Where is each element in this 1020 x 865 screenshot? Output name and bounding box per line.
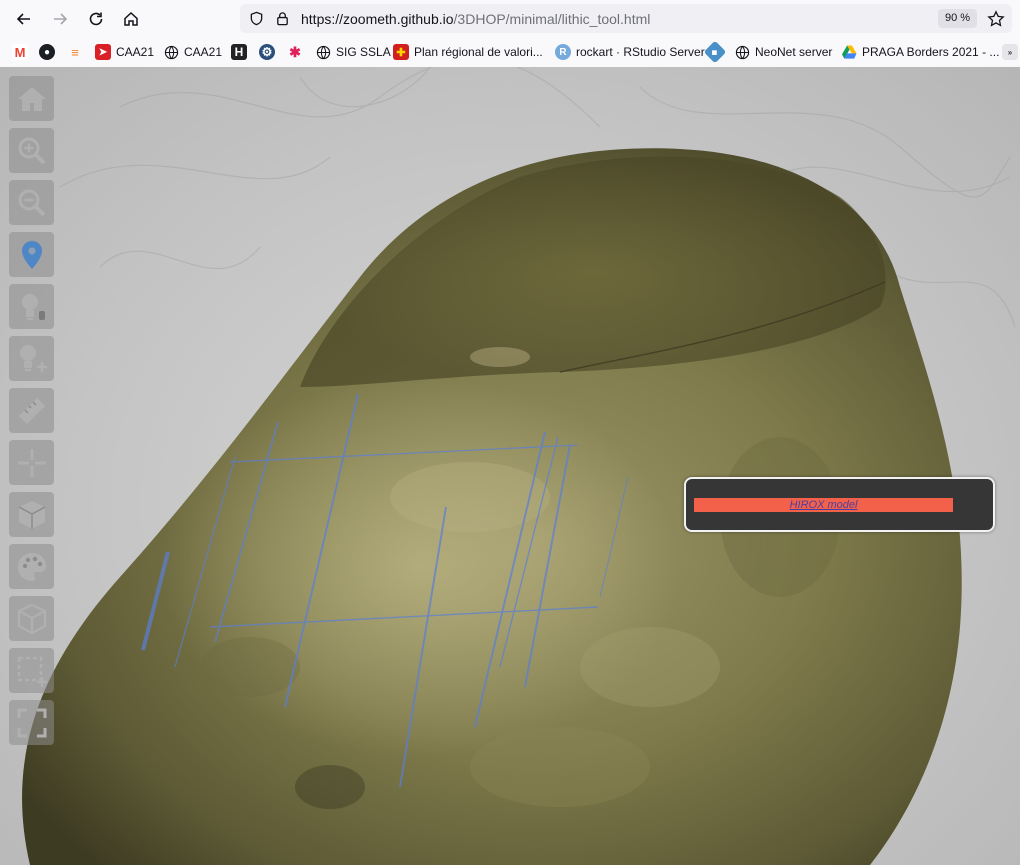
palette-icon <box>17 552 46 581</box>
bookmark-plan-regional[interactable]: ✚ Plan régional de valori... <box>393 42 543 62</box>
slack-icon: ✱ <box>289 43 301 60</box>
bookmark-gear[interactable]: ⚙ <box>259 42 275 62</box>
light-icon <box>21 293 45 320</box>
model-panel: HIROX model <box>684 477 995 532</box>
occitanie-icon: ✚ <box>393 44 409 60</box>
forward-icon <box>54 13 68 25</box>
zoom-out-icon <box>18 189 45 216</box>
url-path: /3DHOP/minimal/lithic_tool.html <box>453 11 651 27</box>
caa-red-icon: ➤ <box>95 44 111 60</box>
url-host: https://zoometh.github.io <box>301 11 454 27</box>
forward-button[interactable] <box>47 6 73 32</box>
bookmarks-toolbar: M ● ≡ ➤ CAA21 CAA21 H ⚙ ✱ SIG SSLA ✚ Pla… <box>0 40 1020 64</box>
pick-point-icon <box>21 240 42 269</box>
h-icon: H <box>231 44 247 60</box>
zoom-in-button[interactable] <box>9 128 54 173</box>
bookmark-neonet[interactable]: NeoNet server <box>735 42 832 62</box>
bookmark-h[interactable]: H <box>231 42 247 62</box>
shield-icon[interactable] <box>249 11 264 26</box>
sections-icon <box>17 656 47 687</box>
zoom-out-button[interactable] <box>9 180 54 225</box>
bookmark-label: NeoNet server <box>755 45 833 59</box>
cube-wire-icon <box>17 603 46 634</box>
bookmark-caa21-b[interactable]: CAA21 <box>164 42 222 62</box>
address-bar[interactable]: https://zoometh.github.io/3DHOP/minimal/… <box>240 4 1012 33</box>
color-button[interactable] <box>9 544 54 589</box>
solid-view-button[interactable] <box>9 492 54 537</box>
bookmark-label: Plan régional de valori... <box>414 45 543 59</box>
fullscreen-button[interactable] <box>9 700 54 745</box>
back-icon <box>16 13 30 25</box>
hirox-model-link[interactable]: HIROX model <box>694 498 953 512</box>
pick-point-button[interactable] <box>9 232 54 277</box>
zoom-level-badge[interactable]: 90 % <box>938 9 978 28</box>
cube-solid-icon <box>18 500 45 529</box>
stackoverflow-icon: ≡ <box>71 44 79 60</box>
globe-icon <box>735 45 750 59</box>
github-icon: ● <box>39 44 55 60</box>
bookmark-label: CAA21 <box>116 45 155 59</box>
bookmark-label: rockart · RStudio Server <box>576 45 705 59</box>
lithic-tool-3d-model[interactable] <box>0 67 1020 865</box>
sections-button[interactable] <box>9 648 54 693</box>
fullscreen-icon <box>17 708 46 737</box>
bookmark-label: CAA21 <box>184 45 223 59</box>
light-add-icon <box>19 344 47 372</box>
reload-button[interactable] <box>83 6 109 32</box>
home-button[interactable] <box>118 6 144 32</box>
back-button[interactable] <box>11 6 37 32</box>
bookmark-label: SIG SSLA <box>336 45 391 59</box>
bookmark-sig-ssla[interactable]: SIG SSLA <box>316 42 391 62</box>
globe-icon <box>164 45 179 59</box>
zoom-in-icon <box>18 137 45 164</box>
measure-ruler-icon <box>18 397 45 424</box>
globe-icon <box>316 45 331 59</box>
star-icon[interactable] <box>987 10 1005 28</box>
url-text[interactable]: https://zoometh.github.io/3DHOP/minimal/… <box>301 11 650 27</box>
crosshair-button[interactable] <box>9 440 54 485</box>
bookmark-label: PRAGA Borders 2021 - ... <box>862 45 1000 59</box>
shiny-icon: ◆ <box>703 40 727 64</box>
gmail-icon: M <box>12 44 28 60</box>
browser-chrome: https://zoometh.github.io/3DHOP/minimal/… <box>0 0 1020 68</box>
r-icon: R <box>555 44 571 60</box>
light-add-button[interactable] <box>9 336 54 381</box>
bookmark-github[interactable]: ● <box>39 42 55 62</box>
lock-icon[interactable] <box>275 11 290 26</box>
bookmark-shiny[interactable]: ◆ <box>703 40 727 64</box>
wireframe-view-button[interactable] <box>9 596 54 641</box>
bookmark-rockart[interactable]: R rockart · RStudio Server <box>555 42 705 62</box>
bookmark-stackoverflow[interactable]: ≡ <box>67 42 83 62</box>
bookmark-slack[interactable]: ✱ <box>287 42 303 62</box>
home-icon <box>17 86 46 111</box>
light-button[interactable] <box>9 284 54 329</box>
measure-button[interactable] <box>9 388 54 433</box>
overflow-icon: » <box>1002 44 1018 60</box>
crosshair-icon <box>17 448 46 477</box>
navigation-bar: https://zoometh.github.io/3DHOP/minimal/… <box>0 0 1020 36</box>
reload-icon <box>89 12 103 26</box>
gear-icon: ⚙ <box>259 44 275 60</box>
home-icon <box>124 11 138 26</box>
home-view-button[interactable] <box>9 76 54 121</box>
bookmark-overflow[interactable]: » <box>1002 42 1018 62</box>
bookmark-gmail[interactable]: M <box>12 42 28 62</box>
drive-icon <box>842 45 857 59</box>
stone-highlight <box>160 377 680 757</box>
bookmark-praga[interactable]: PRAGA Borders 2021 - ... <box>842 42 999 62</box>
bookmark-caa21-a[interactable]: ➤ CAA21 <box>95 42 154 62</box>
3d-viewer-canvas[interactable]: HIROX model <box>0 67 1020 865</box>
